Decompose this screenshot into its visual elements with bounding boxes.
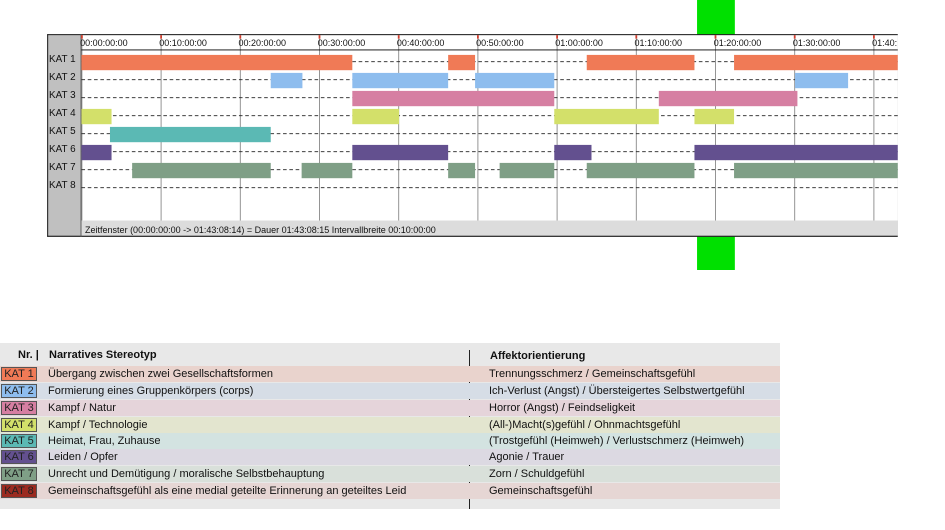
timeline-bar: [554, 108, 659, 125]
timeline-bar: [586, 54, 695, 71]
tick-label: 01:30:00:00: [793, 38, 841, 48]
legend-badge: KAT 2: [1, 384, 37, 398]
legend-row: KAT 6 Leiden / Opfer Agonie / Trauer: [0, 449, 780, 465]
timeline-bar: [795, 72, 849, 89]
legend-stereotype: Kampf / Natur: [48, 402, 116, 414]
status-text: Zeitfenster (00:00:00:00 -> 01:43:08:14)…: [85, 225, 436, 235]
legend-stereotype: Formierung eines Gruppenkörpers (corps): [48, 385, 254, 397]
timeline-chart: 00:00:00:00 00:10:00:00 00:20:00:00 00:30:0…: [47, 0, 898, 270]
legend-badge: KAT 7: [1, 467, 37, 481]
timeline-bar: [352, 72, 449, 89]
tick-label: 00:20:00:00: [239, 38, 287, 48]
row-label: KAT 4: [49, 108, 76, 119]
legend-header-stereotype: Narratives Stereotyp: [49, 349, 157, 361]
timeline-bar: [694, 144, 898, 161]
legend-stereotype: Leiden / Opfer: [48, 451, 118, 463]
legend-header-nr: Nr. |: [18, 349, 39, 361]
tick-label: 00:00:00:00: [80, 38, 128, 48]
legend-affect: Gemeinschaftsgefühl: [489, 485, 593, 497]
legend-stereotype: Unrecht und Demütigung / moralische Selb…: [48, 468, 325, 480]
legend-row: KAT 2 Formierung eines Gruppenkörpers (c…: [0, 383, 780, 399]
legend-stereotype: Heimat, Frau, Zuhause: [48, 435, 161, 447]
legend-badge: KAT 6: [1, 450, 37, 464]
timeline-bar: [586, 162, 695, 179]
row-label: KAT 8: [49, 180, 76, 191]
timeline-bar: [132, 162, 271, 179]
tick-label: 01:00:00:00: [555, 38, 603, 48]
legend-stereotype: Kampf / Technologie: [48, 419, 148, 431]
legend-affect: Trennungsschmerz / Gemeinschaftsgefühl: [489, 368, 696, 380]
legend-affect: Ich-Verlust (Angst) / Übersteigertes Sel…: [489, 385, 745, 397]
legend-badge: KAT 3: [1, 401, 37, 415]
timeline-bar: [554, 144, 592, 161]
row-label: KAT 6: [49, 144, 76, 155]
timeline-bar: [109, 126, 271, 143]
timeline-bar: [658, 90, 798, 107]
row-label: KAT 3: [49, 90, 76, 101]
legend-badge: KAT 1: [1, 367, 37, 381]
legend-badge: KAT 8: [1, 484, 37, 498]
timeline-bar: [352, 144, 449, 161]
row-label: KAT 7: [49, 162, 76, 173]
timeline-bar: [270, 72, 303, 89]
legend-row: KAT 4 Kampf / Technologie (All-)Macht(s)…: [0, 417, 780, 433]
legend-row: KAT 8 Gemeinschaftsgefühl als eine media…: [0, 483, 780, 499]
tick-label: 00:50:00:00: [476, 38, 524, 48]
timeline-bar: [301, 162, 353, 179]
legend-badge: KAT 5: [1, 434, 37, 448]
row-label: KAT 5: [49, 126, 76, 137]
timeline-bar: [352, 90, 555, 107]
legend-row: KAT 3 Kampf / Natur Horror (Angst) / Fei…: [0, 400, 780, 416]
timeline-bar: [448, 54, 476, 71]
timeline-bar: [734, 162, 898, 179]
tick-label: 01:10:00:00: [635, 38, 683, 48]
legend-row: KAT 1 Übergang zwischen zwei Gesellschaf…: [0, 366, 780, 382]
timeline-bar: [475, 72, 555, 89]
row-label: KAT 1: [49, 54, 76, 65]
legend-affect: Agonie / Trauer: [489, 451, 565, 463]
timeline-bar: [81, 54, 353, 71]
timeline-bar: [499, 162, 555, 179]
legend-affect: (Trostgefühl (Heimweh) / Verlustschmerz …: [489, 435, 745, 447]
timeline-bar: [81, 108, 112, 125]
legend-row: KAT 5 Heimat, Frau, Zuhause (Trostgefühl…: [0, 433, 780, 449]
tick-label: 01:40:: [872, 38, 897, 48]
tick-label: 00:10:00:00: [159, 38, 207, 48]
timeline-bar: [81, 144, 112, 161]
category-legend: Nr. | Narratives Stereotyp Affektorienti…: [0, 343, 780, 509]
legend-affect: Zorn / Schuldgefühl: [489, 468, 585, 480]
legend-affect: (All-)Macht(s)gefühl / Ohnmachtsgefühl: [489, 419, 681, 431]
timeline-bar: [448, 162, 476, 179]
row-label: KAT 2: [49, 72, 76, 83]
timeline-bar: [734, 54, 898, 71]
legend-badge: KAT 4: [1, 418, 37, 432]
legend-stereotype: Übergang zwischen zwei Gesellschaftsform…: [48, 368, 273, 380]
legend-header-affect: Affektorientierung: [490, 350, 586, 362]
timeline-bar: [694, 108, 735, 125]
tick-label: 00:40:00:00: [397, 38, 445, 48]
legend-row: KAT 7 Unrecht und Demütigung / moralisch…: [0, 466, 780, 482]
timeline-bar: [352, 108, 400, 125]
legend-stereotype: Gemeinschaftsgefühl als eine medial gete…: [48, 485, 407, 497]
legend-affect: Horror (Angst) / Feindseligkeit: [489, 402, 636, 414]
tick-label: 00:30:00:00: [318, 38, 366, 48]
tick-label: 01:20:00:00: [714, 38, 762, 48]
